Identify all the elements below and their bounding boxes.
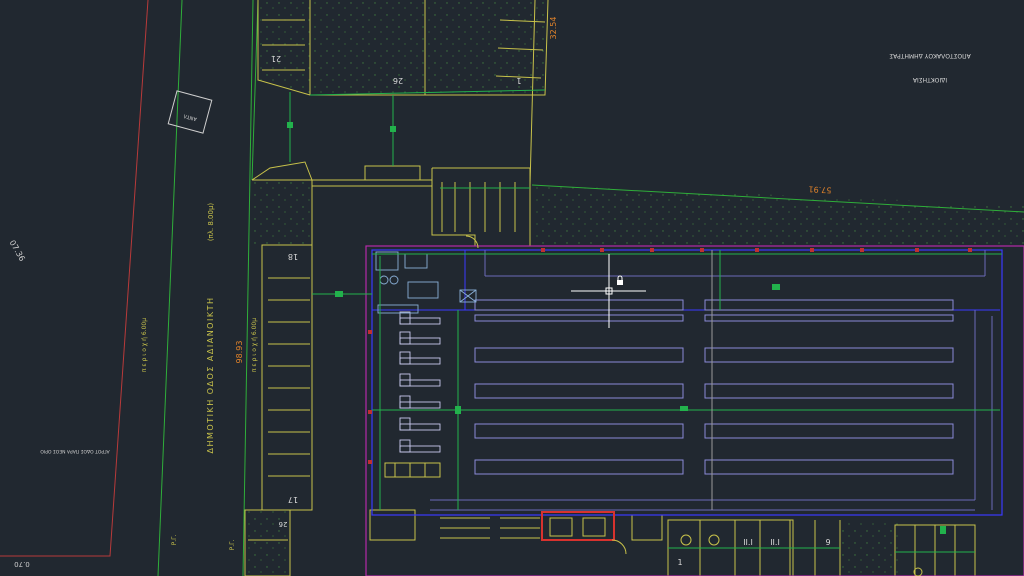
pg-label-1: Ρ.Γ. (171, 535, 178, 546)
office-furniture (375, 251, 477, 314)
building-outline (365, 245, 1024, 576)
road-label: ΔΗΜΟΤΙΚΗ ΟΔΟΣ ΑΔΙΑΝΟΙΚΤΗ (206, 297, 215, 454)
green-ticks (287, 122, 946, 534)
parking-ii-1: II.I (743, 538, 753, 547)
road-width: (πλ. 8.00μ) (207, 203, 215, 242)
cad-drawing-canvas[interactable]: ΙΔΙΟΚΤΗΣΙΑ ΑΠΟΣΤΟΛΑΚΟΥ ΔΗΜΗΤΡΑΣ ΔΗΜΟΤΙΚΗ… (0, 0, 1024, 576)
sidewalk-right: π ε ρ ι ο χ ή 6.00μ (251, 318, 258, 372)
parking-21: 21 (271, 54, 281, 63)
parking-1b: 1 (677, 558, 682, 567)
dimension-4: 07.36 (8, 239, 27, 263)
pump-box (167, 90, 213, 134)
pg-label-2: Ρ.Γ. (229, 540, 236, 551)
lock-icon (617, 275, 623, 285)
sidewalk-left: π ε ρ ι ο χ ή 6.00μ (141, 318, 148, 372)
property-boundary-line (0, 0, 149, 557)
parking-18: 18 (288, 252, 298, 261)
dimension-3: 98.93 (235, 341, 244, 364)
parking-26: 26 (393, 76, 403, 85)
parking-26b: 26 (278, 520, 287, 528)
door-arc-2 (611, 539, 627, 555)
title-line-1: ΙΔΙΟΚΤΗΣΙΑ (912, 76, 947, 83)
parking-ii-2: II.I (770, 538, 780, 547)
crosshair-cursor (571, 254, 646, 328)
title-line-2: ΑΠΟΣΤΟΛΑΚΟΥ ΔΗΜΗΤΡΑΣ (889, 52, 971, 59)
dimension-5: 0.70 (14, 560, 30, 568)
parking-1: 1 (516, 76, 521, 85)
shelving-aisles (474, 299, 954, 475)
property-note: ΑΓΡΟΤ ΟΔΟΣ ΠΑΡΑ ΝΕΟΣ ΟΡΙΟ (40, 448, 110, 454)
pump-box-label: ΑΝΤΛ (182, 112, 197, 121)
checkout-counters (399, 311, 441, 453)
parking-9: 9 (825, 538, 830, 547)
parking-17: 17 (288, 495, 298, 504)
dimension-2: 57.91 (808, 184, 831, 194)
dimension-1: 32.54 (549, 17, 558, 40)
freezer-units (541, 511, 615, 541)
column-markers (368, 248, 972, 464)
terrain-hatch (245, 0, 1024, 576)
